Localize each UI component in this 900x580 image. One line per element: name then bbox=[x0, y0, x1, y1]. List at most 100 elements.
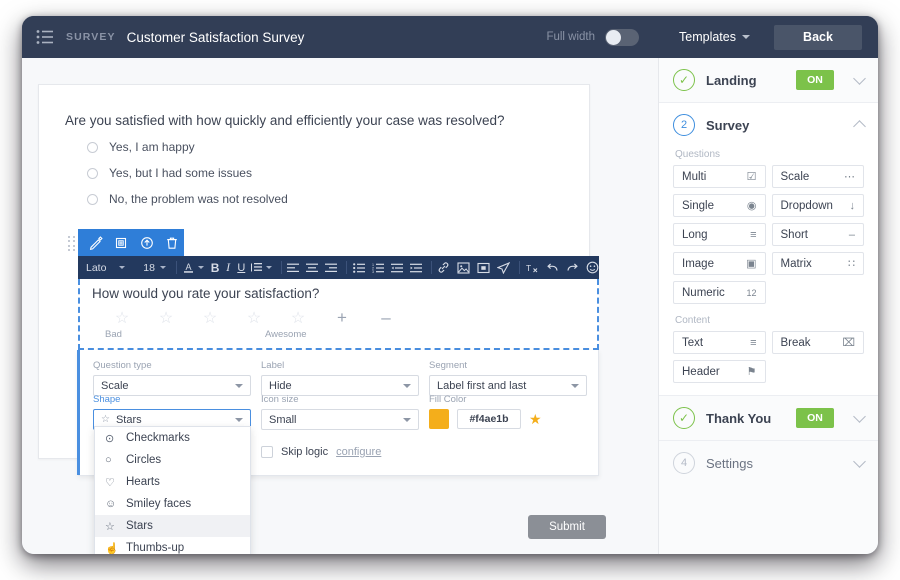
trash-icon[interactable] bbox=[161, 232, 185, 254]
full-width-toggle[interactable] bbox=[605, 29, 639, 46]
numbered-list-icon[interactable]: 123 bbox=[372, 259, 384, 276]
templates-dropdown[interactable]: Templates bbox=[679, 30, 750, 44]
drag-handle[interactable] bbox=[68, 236, 77, 252]
skip-logic-checkbox[interactable] bbox=[261, 446, 273, 458]
block-action-bar bbox=[78, 229, 184, 256]
question-type-break[interactable]: Break⌧ bbox=[772, 331, 865, 354]
shape-option-thumbs-up[interactable]: ☝Thumbs-up bbox=[95, 537, 250, 554]
sidebar-item-thank-you[interactable]: ✓ Thank You ON bbox=[659, 396, 878, 440]
chevron-down-icon[interactable] bbox=[119, 266, 125, 269]
emoji-icon[interactable] bbox=[586, 259, 599, 276]
question-type-label: Scale bbox=[781, 171, 810, 183]
question-type-multi[interactable]: Multi☑ bbox=[673, 165, 766, 188]
svg-text:A: A bbox=[186, 262, 192, 272]
question-type-numeric[interactable]: Numeric12 bbox=[673, 281, 766, 304]
question-type-label: Short bbox=[781, 229, 809, 241]
question-type-single[interactable]: Single◉ bbox=[673, 194, 766, 217]
heart-icon: ♡ bbox=[105, 476, 117, 489]
fill-color-input[interactable]: #f4ae1b bbox=[457, 409, 521, 429]
underline-button[interactable]: U bbox=[237, 259, 246, 276]
duplicate-icon[interactable] bbox=[110, 232, 134, 254]
star-icon[interactable]: ☆ bbox=[232, 308, 276, 328]
question-1-text: Are you satisfied with how quickly and e… bbox=[65, 113, 504, 128]
move-up-icon[interactable] bbox=[135, 232, 159, 254]
question-type-dropdown[interactable]: Dropdown↓ bbox=[772, 194, 865, 217]
submit-button[interactable]: Submit bbox=[528, 515, 606, 539]
minus-icon[interactable]: – bbox=[364, 308, 408, 328]
content-group-label: Content bbox=[659, 304, 878, 331]
icon-size-label: Icon size bbox=[261, 394, 419, 405]
sidebar-item-survey[interactable]: 2 Survey bbox=[659, 103, 878, 147]
question-type-long[interactable]: Long≡ bbox=[673, 223, 766, 246]
question-1-option-2[interactable]: No, the problem was not resolved bbox=[87, 192, 288, 206]
skip-logic-row: Skip logic configure bbox=[261, 446, 381, 458]
align-right-icon[interactable] bbox=[325, 259, 337, 276]
shape-option-hearts[interactable]: ♡Hearts bbox=[95, 471, 250, 493]
shape-label: Shape bbox=[93, 394, 251, 405]
grip-dot bbox=[73, 245, 75, 247]
undo-icon[interactable] bbox=[546, 259, 559, 276]
back-button[interactable]: Back bbox=[774, 25, 862, 50]
question-type-matrix[interactable]: Matrix∷ bbox=[772, 252, 865, 275]
chevron-down-icon[interactable] bbox=[853, 455, 866, 468]
send-icon[interactable] bbox=[497, 259, 510, 276]
divider bbox=[519, 261, 520, 274]
list-menu-icon[interactable] bbox=[36, 29, 54, 45]
landing-on-toggle[interactable]: ON bbox=[796, 70, 834, 90]
question-type-header[interactable]: Header⚑ bbox=[673, 360, 766, 383]
shape-option-stars[interactable]: ☆Stars bbox=[95, 515, 250, 537]
align-left-icon[interactable] bbox=[287, 259, 299, 276]
video-icon[interactable] bbox=[477, 259, 490, 276]
question-type-short[interactable]: Short– bbox=[772, 223, 865, 246]
icon-size-select[interactable]: Small bbox=[261, 409, 419, 430]
question-type-select[interactable]: Scale bbox=[93, 375, 251, 396]
question-1-option-0[interactable]: Yes, I am happy bbox=[87, 140, 195, 154]
shape-option-checkmarks[interactable]: ⊙Checkmarks bbox=[95, 427, 250, 449]
chevron-down-icon[interactable] bbox=[266, 266, 272, 269]
shape-option-smiley-faces[interactable]: ☺Smiley faces bbox=[95, 493, 250, 515]
star-icon[interactable]: ☆ bbox=[144, 308, 188, 328]
indent-icon[interactable] bbox=[410, 259, 422, 276]
font-size-select[interactable]: 18 bbox=[143, 262, 155, 274]
svg-text:T: T bbox=[526, 263, 531, 273]
sidebar-item-settings[interactable]: 4 Settings bbox=[659, 441, 878, 485]
link-icon[interactable] bbox=[437, 259, 450, 276]
chevron-down-icon[interactable] bbox=[853, 72, 866, 85]
image-icon[interactable] bbox=[457, 259, 470, 276]
question-type-image[interactable]: Image▣ bbox=[673, 252, 766, 275]
selected-question-block[interactable]: How would you rate your satisfaction? ☆ … bbox=[78, 279, 599, 350]
star-icon[interactable]: ☆ bbox=[100, 308, 144, 328]
bullet-list-icon[interactable] bbox=[353, 259, 365, 276]
plus-icon[interactable]: + bbox=[320, 308, 364, 328]
line-height-icon[interactable] bbox=[250, 259, 263, 276]
pencil-icon[interactable] bbox=[84, 232, 108, 254]
text-color-icon[interactable]: A bbox=[182, 259, 195, 276]
question-type-text[interactable]: Text≡ bbox=[673, 331, 766, 354]
outdent-icon[interactable] bbox=[391, 259, 403, 276]
redo-icon[interactable] bbox=[566, 259, 579, 276]
segment-select[interactable]: Label first and last bbox=[429, 375, 587, 396]
star-icon[interactable]: ☆ bbox=[276, 308, 320, 328]
thank-you-on-toggle[interactable]: ON bbox=[796, 408, 834, 428]
question-1-option-1[interactable]: Yes, but I had some issues bbox=[87, 166, 252, 180]
chevron-down-icon[interactable] bbox=[198, 266, 204, 269]
star-icon[interactable]: ☆ bbox=[188, 308, 232, 328]
sidebar-item-landing[interactable]: ✓ Landing ON bbox=[659, 58, 878, 102]
chevron-down-icon[interactable] bbox=[160, 266, 166, 269]
align-center-icon[interactable] bbox=[306, 259, 318, 276]
label-select[interactable]: Hide bbox=[261, 375, 419, 396]
question-type-scale[interactable]: Scale⋯ bbox=[772, 165, 865, 188]
star-rating-row[interactable]: ☆ ☆ ☆ ☆ ☆ + – bbox=[100, 308, 430, 328]
grip-dot bbox=[73, 236, 75, 238]
chevron-down-icon[interactable] bbox=[853, 410, 866, 423]
color-swatch[interactable] bbox=[429, 409, 449, 429]
clear-format-icon[interactable]: T bbox=[526, 259, 539, 276]
question-type-label: Multi bbox=[682, 171, 706, 183]
bold-button[interactable]: B bbox=[210, 259, 219, 276]
shape-option-circles[interactable]: ○Circles bbox=[95, 449, 250, 471]
question-type-field: Question type Scale bbox=[93, 360, 251, 396]
font-family-select[interactable]: Lato bbox=[86, 262, 119, 274]
chevron-up-icon[interactable] bbox=[853, 120, 866, 133]
skip-logic-configure-link[interactable]: configure bbox=[336, 446, 381, 458]
italic-button[interactable]: I bbox=[224, 259, 233, 276]
